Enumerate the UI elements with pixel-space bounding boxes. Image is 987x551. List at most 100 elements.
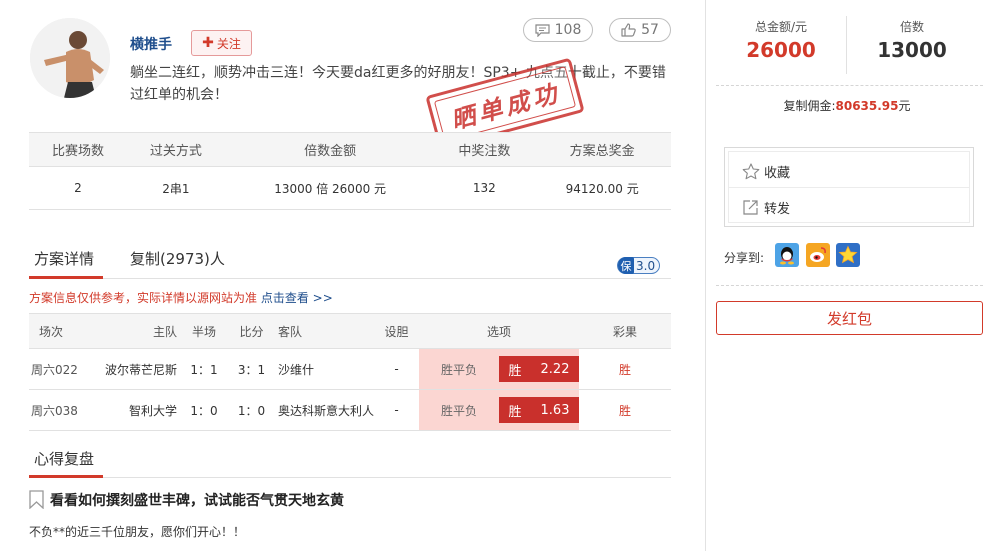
home-team: 智利大学 (99, 389, 179, 431)
half-time-score: 1：0 (179, 389, 229, 431)
option-pick[interactable]: 胜 2.22 (499, 356, 579, 382)
home-team: 波尔蒂芒尼斯 (99, 348, 179, 390)
pick-odds: 2.22 (540, 361, 570, 377)
send-red-packet-button[interactable]: 发红包 (716, 301, 983, 335)
table-row: 周六038 智利大学 1：0 1：0 奥达科斯意大利人 - 胜平负 胜 1.63… (29, 389, 671, 431)
pass-type: 2串1 (126, 166, 225, 210)
commission-value: 80635.95 (835, 99, 899, 113)
header-score: 比分 (229, 313, 274, 349)
summary-row: 2 2串1 13000 倍 26000 元 132 94120.00 元 (29, 166, 671, 210)
match-result: 胜 (579, 389, 671, 431)
shield-icon: 保 (618, 257, 634, 274)
follow-button[interactable]: ✚ 关注 (191, 30, 252, 56)
option-cell: 胜平负 胜 1.63 (419, 389, 579, 431)
commission-unit: 元 (898, 99, 911, 113)
total-amount-value: 26000 (746, 38, 816, 62)
like-count: 57 (641, 22, 659, 38)
disclaimer-notice: 方案信息仅供参考，实际详情以源网站为准 点击查看 >> (29, 289, 333, 306)
share-label: 分享到: (724, 251, 765, 265)
tab-copy-count[interactable]: 复制(2973)人 (130, 248, 225, 269)
comment-icon (535, 23, 550, 37)
header-match-id: 场次 (29, 313, 99, 349)
disclaimer-text: 方案信息仅供参考，实际详情以源网站为准 (29, 291, 258, 305)
divider (716, 285, 983, 286)
header-match-count: 比赛场数 (29, 132, 127, 167)
header-win-count: 中奖注数 (435, 132, 534, 167)
review-headline: 看看如何撰刻盛世丰碑，试试能否气贯天地玄黄 (50, 493, 344, 509)
pick-value: 胜 (508, 404, 522, 420)
match-id: 周六038 (29, 389, 99, 431)
detail-header-row: 场次 主队 半场 比分 客队 设胆 选项 彩果 (29, 313, 671, 349)
bookmark-icon (29, 490, 44, 509)
header-multiple-amount: 倍数金额 (224, 132, 436, 167)
tab-plan-detail[interactable]: 方案详情 (34, 248, 94, 269)
multiple-amount: 13000 倍 26000 元 (224, 166, 436, 210)
match-detail-table: 场次 主队 半场 比分 客队 设胆 选项 彩果 周六022 波尔蒂芒尼斯 1：1… (29, 313, 671, 431)
table-row: 周六022 波尔蒂芒尼斯 1：1 3：1 沙维什 - 胜平负 胜 2.22 胜 (29, 348, 671, 390)
half-time-score: 1：1 (179, 348, 229, 390)
header-pass-type: 过关方式 (126, 132, 225, 167)
weibo-share-icon[interactable] (806, 243, 830, 267)
header-result: 彩果 (579, 313, 671, 349)
banker: - (374, 348, 419, 390)
commission: 复制佣金:80635.95元 (707, 97, 987, 114)
option-label: 胜平负 (440, 403, 477, 418)
action-separator (729, 187, 969, 188)
plan-description: 躺坐二连红，顺势冲击三连！今天要da红更多的好朋友！SP3+ 九点五十截止，不要… (130, 65, 666, 103)
match-id: 周六022 (29, 348, 99, 390)
summary-header-row: 比赛场数 过关方式 倍数金额 中奖注数 方案总奖金 (29, 132, 671, 167)
guarantee-badge[interactable]: 保 3.0 (617, 257, 661, 274)
qq-share-icon[interactable] (775, 243, 799, 267)
guarantee-value: 3.0 (636, 258, 656, 273)
plus-icon: ✚ (202, 35, 214, 51)
active-tab-indicator (29, 276, 103, 279)
like-button[interactable]: 57 (609, 18, 671, 42)
header-options: 选项 (419, 313, 579, 349)
header-total-prize: 方案总奖金 (533, 132, 671, 167)
header-banker: 设胆 (374, 313, 419, 349)
pick-value: 胜 (508, 363, 522, 379)
away-team: 沙维什 (274, 348, 374, 390)
option-pick[interactable]: 胜 1.63 (499, 397, 579, 423)
review-body: 不负**的近三千位朋友，愿你们开心！！ (29, 525, 246, 539)
multiple-value: 13000 (877, 38, 947, 62)
share-edit-icon (743, 199, 758, 215)
commission-label: 复制佣金: (783, 99, 836, 113)
total-amount-label: 总金额/元 (754, 20, 808, 34)
main-panel: 横推手 ✚ 关注 108 57 躺坐二连红，顺势冲击三连！今天要da红更多的好朋… (0, 0, 706, 551)
star-icon (742, 162, 760, 179)
total-prize: 94120.00 元 (533, 166, 671, 210)
thumbs-up-icon (621, 23, 636, 37)
forward-label: 转发 (764, 201, 791, 217)
win-count: 132 (435, 166, 534, 210)
option-label: 胜平负 (440, 362, 477, 377)
full-time-score: 3：1 (229, 348, 274, 390)
tab-divider (29, 278, 671, 279)
view-source-link[interactable]: 点击查看 >> (261, 291, 333, 305)
divider (716, 85, 983, 86)
avatar[interactable] (30, 18, 110, 98)
match-result: 胜 (579, 348, 671, 390)
full-time-score: 1：0 (229, 389, 274, 431)
review-section-title[interactable]: 心得复盘 (34, 448, 94, 469)
header-home-team: 主队 (99, 313, 179, 349)
match-count: 2 (29, 166, 127, 210)
stat-divider (846, 16, 847, 74)
action-box: 收藏 转发 (724, 147, 974, 227)
follow-label: 关注 (216, 36, 241, 51)
favorite-label: 收藏 (764, 165, 791, 181)
banker: - (374, 389, 419, 431)
forward-button[interactable]: 转发 (742, 197, 942, 217)
review-tab-indicator (29, 475, 103, 478)
username[interactable]: 横推手 (130, 34, 172, 54)
qzone-share-icon[interactable] (836, 243, 860, 267)
option-cell: 胜平负 胜 2.22 (419, 348, 579, 390)
favorite-button[interactable]: 收藏 (742, 161, 942, 181)
review-divider (29, 477, 671, 478)
pick-odds: 1.63 (540, 402, 570, 418)
comment-button[interactable]: 108 (523, 18, 593, 42)
summary-table: 比赛场数 过关方式 倍数金额 中奖注数 方案总奖金 2 2串1 13000 倍 … (29, 132, 671, 210)
away-team: 奥达科斯意大利人 (274, 389, 374, 431)
multiple-label: 倍数 (899, 20, 924, 34)
sidebar: 总金额/元 26000 倍数 13000 复制佣金:80635.95元 收藏 转… (707, 0, 987, 551)
